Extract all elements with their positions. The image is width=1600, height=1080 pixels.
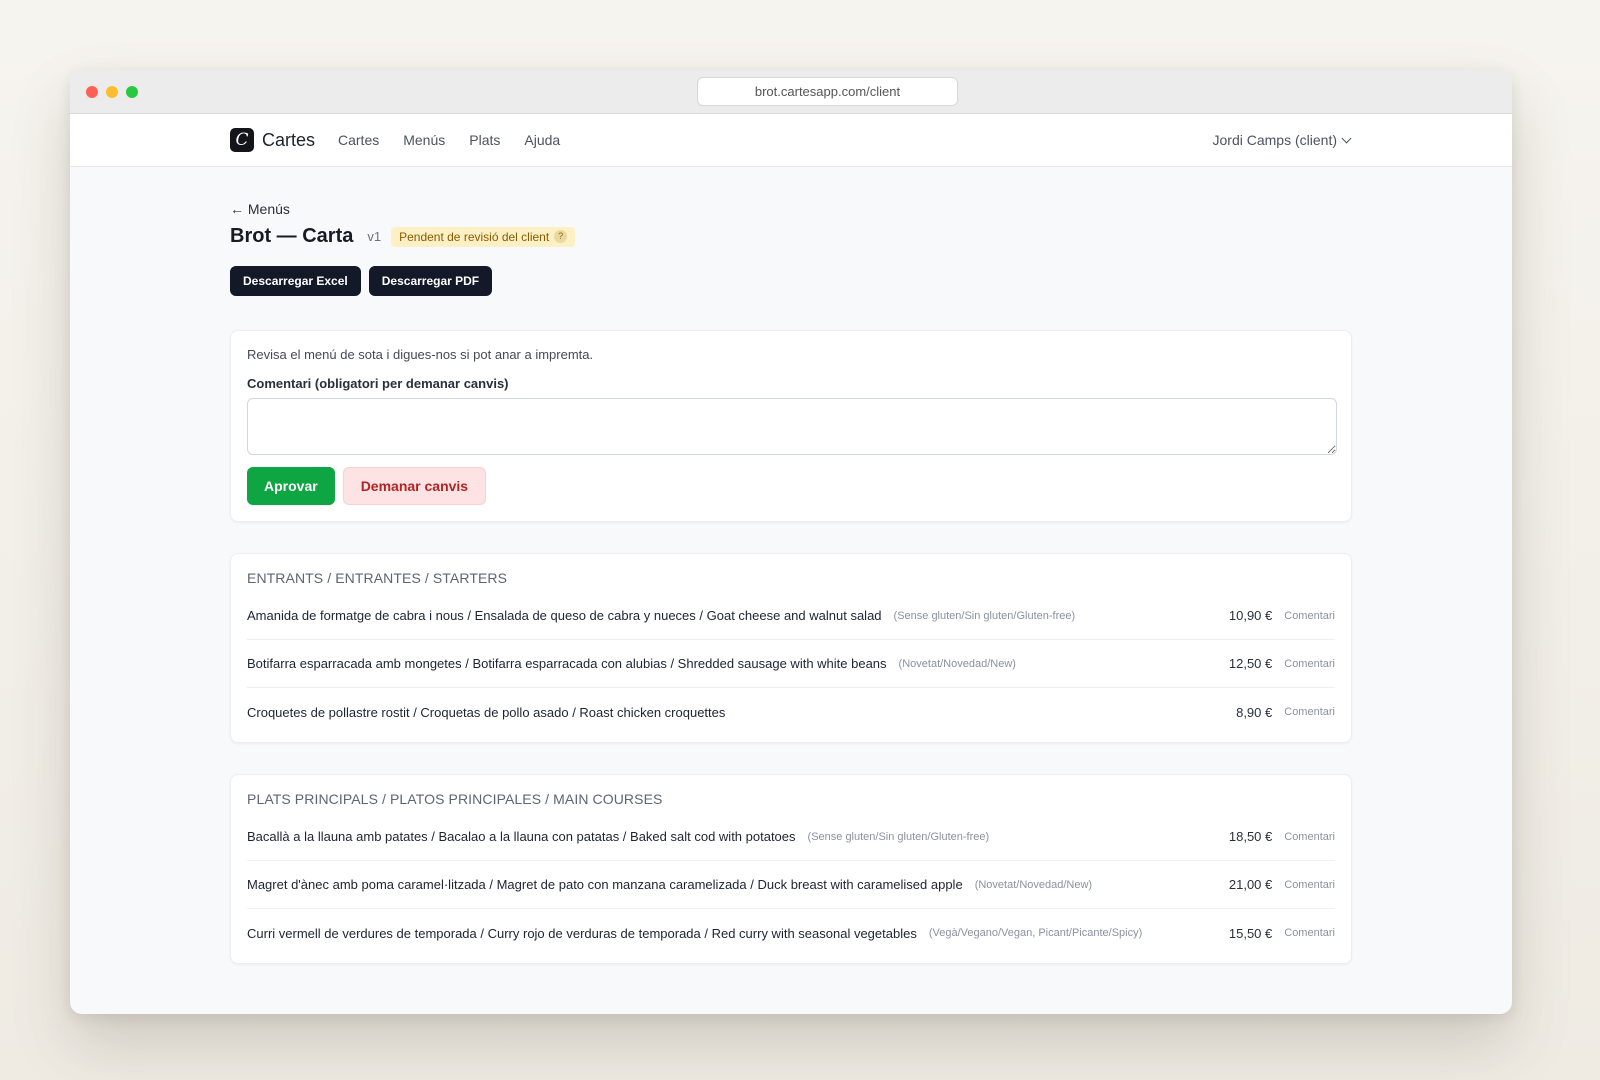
dish-row: Amanida de formatge de cabra i nous / En… <box>247 592 1335 640</box>
dish-name: Botifarra esparracada amb mongetes / Bot… <box>247 656 887 671</box>
download-actions: Descarregar Excel Descarregar PDF <box>230 266 493 296</box>
dish-name: Croquetes de pollastre rostit / Croqueta… <box>247 704 726 720</box>
review-card: Revisa el menú de sota i digues-nos si p… <box>230 330 1352 522</box>
user-menu[interactable]: Jordi Camps (client) <box>1212 132 1352 148</box>
minimize-window-button[interactable] <box>106 86 118 98</box>
brand[interactable]: C Cartes <box>230 128 315 152</box>
page-title: Brot — Carta <box>230 225 354 247</box>
user-name: Jordi Camps (client) <box>1212 132 1337 148</box>
logo-icon: C <box>230 128 254 152</box>
download-pdf-button[interactable]: Descarregar PDF <box>368 266 493 296</box>
dish-tags: (Vegà/Vegano/Vegan, Picant/Picante/Spicy… <box>928 927 1143 939</box>
dish-tags: (Sense gluten/Sin gluten/Gluten-free) <box>893 609 1076 622</box>
nav-link-cartes[interactable]: Cartes <box>338 132 379 148</box>
dish-comment-link[interactable]: Comentari <box>1284 658 1335 670</box>
title-row: Brot — Carta v1 Pendent de revisió del c… <box>230 225 576 248</box>
browser-window: brot.cartesapp.com/client C Cartes Carte… <box>70 70 1512 1014</box>
nav-link-plats[interactable]: Plats <box>469 132 500 148</box>
dish-name: Amanida de formatge de cabra i nous / En… <box>247 608 882 623</box>
dish-price: 12,50 € <box>1228 656 1273 671</box>
dish-row: Botifarra esparracada amb mongetes / Bot… <box>247 640 1335 688</box>
status-badge: Pendent de revisió del client ? <box>391 226 576 247</box>
address-bar[interactable]: brot.cartesapp.com/client <box>697 77 958 106</box>
request-changes-button[interactable]: Demanar canvis <box>342 467 487 505</box>
dish-price: 21,00 € <box>1228 877 1273 892</box>
dish-comment-link[interactable]: Comentari <box>1284 610 1335 622</box>
comment-label: Comentari (obligatori per demanar canvis… <box>247 376 509 391</box>
download-excel-button[interactable]: Descarregar Excel <box>230 266 361 296</box>
version-label: v1 <box>367 229 382 244</box>
nav-link-ajuda[interactable]: Ajuda <box>524 132 560 148</box>
nav-link-menus[interactable]: Menús <box>403 132 445 148</box>
browser-chrome: brot.cartesapp.com/client <box>70 70 1512 114</box>
dish-price: 8,90 € <box>1236 704 1273 720</box>
dish-tags: (Novetat/Novedad/New) <box>974 878 1093 891</box>
dish-price: 18,50 € <box>1228 829 1273 844</box>
section-title: ENTRANTS / ENTRANTES / STARTERS <box>247 570 508 586</box>
dish-tags: (Sense gluten/Sin gluten/Gluten-free) <box>807 830 990 843</box>
approve-button[interactable]: Aprovar <box>247 467 335 505</box>
dish-row: Magret d'ànec amb poma caramel·litzada /… <box>247 861 1335 909</box>
comment-input[interactable] <box>247 398 1337 455</box>
chevron-down-icon <box>1341 133 1352 143</box>
review-buttons: Aprovar Demanar canvis <box>247 467 1335 505</box>
nav-links: Cartes Menús Plats Ajuda <box>338 132 560 148</box>
dish-price: 10,90 € <box>1228 608 1273 623</box>
dish-comment-link[interactable]: Comentari <box>1284 879 1335 891</box>
dish-name: Magret d'ànec amb poma caramel·litzada /… <box>247 877 963 892</box>
dish-row: Bacallà a la llauna amb patates / Bacala… <box>247 813 1335 861</box>
dish-list: Bacallà a la llauna amb patates / Bacala… <box>247 813 1335 957</box>
dish-row: Curri vermell de verdures de temporada /… <box>247 909 1335 957</box>
menu-section-starters: ENTRANTS / ENTRANTES / STARTERS Amanida … <box>230 553 1352 743</box>
menu-section-main-courses: PLATS PRINCIPALS / PLATOS PRINCIPALES / … <box>230 774 1352 964</box>
dish-comment-link[interactable]: Comentari <box>1284 831 1335 843</box>
maximize-window-button[interactable] <box>126 86 138 98</box>
help-icon[interactable]: ? <box>554 230 568 243</box>
status-badge-text: Pendent de revisió del client <box>399 229 550 244</box>
dish-name: Curri vermell de verdures de temporada /… <box>247 925 917 941</box>
dish-comment-link[interactable]: Comentari <box>1284 927 1335 939</box>
close-window-button[interactable] <box>86 86 98 98</box>
brand-name: Cartes <box>262 129 316 150</box>
dish-comment-link[interactable]: Comentari <box>1284 706 1335 718</box>
section-title: PLATS PRINCIPALS / PLATOS PRINCIPALES / … <box>247 791 663 807</box>
dish-row: Croquetes de pollastre rostit / Croqueta… <box>247 688 1335 736</box>
back-link[interactable]: ← Menús <box>230 201 290 217</box>
dish-name: Bacallà a la llauna amb patates / Bacala… <box>247 829 796 844</box>
review-intro: Revisa el menú de sota i digues-nos si p… <box>247 347 594 362</box>
dish-price: 15,50 € <box>1228 925 1273 941</box>
dish-list: Amanida de formatge de cabra i nous / En… <box>247 592 1335 736</box>
top-navigation: C Cartes Cartes Menús Plats Ajuda Jordi … <box>70 114 1512 167</box>
dish-tags: (Novetat/Novedad/New) <box>898 657 1016 670</box>
